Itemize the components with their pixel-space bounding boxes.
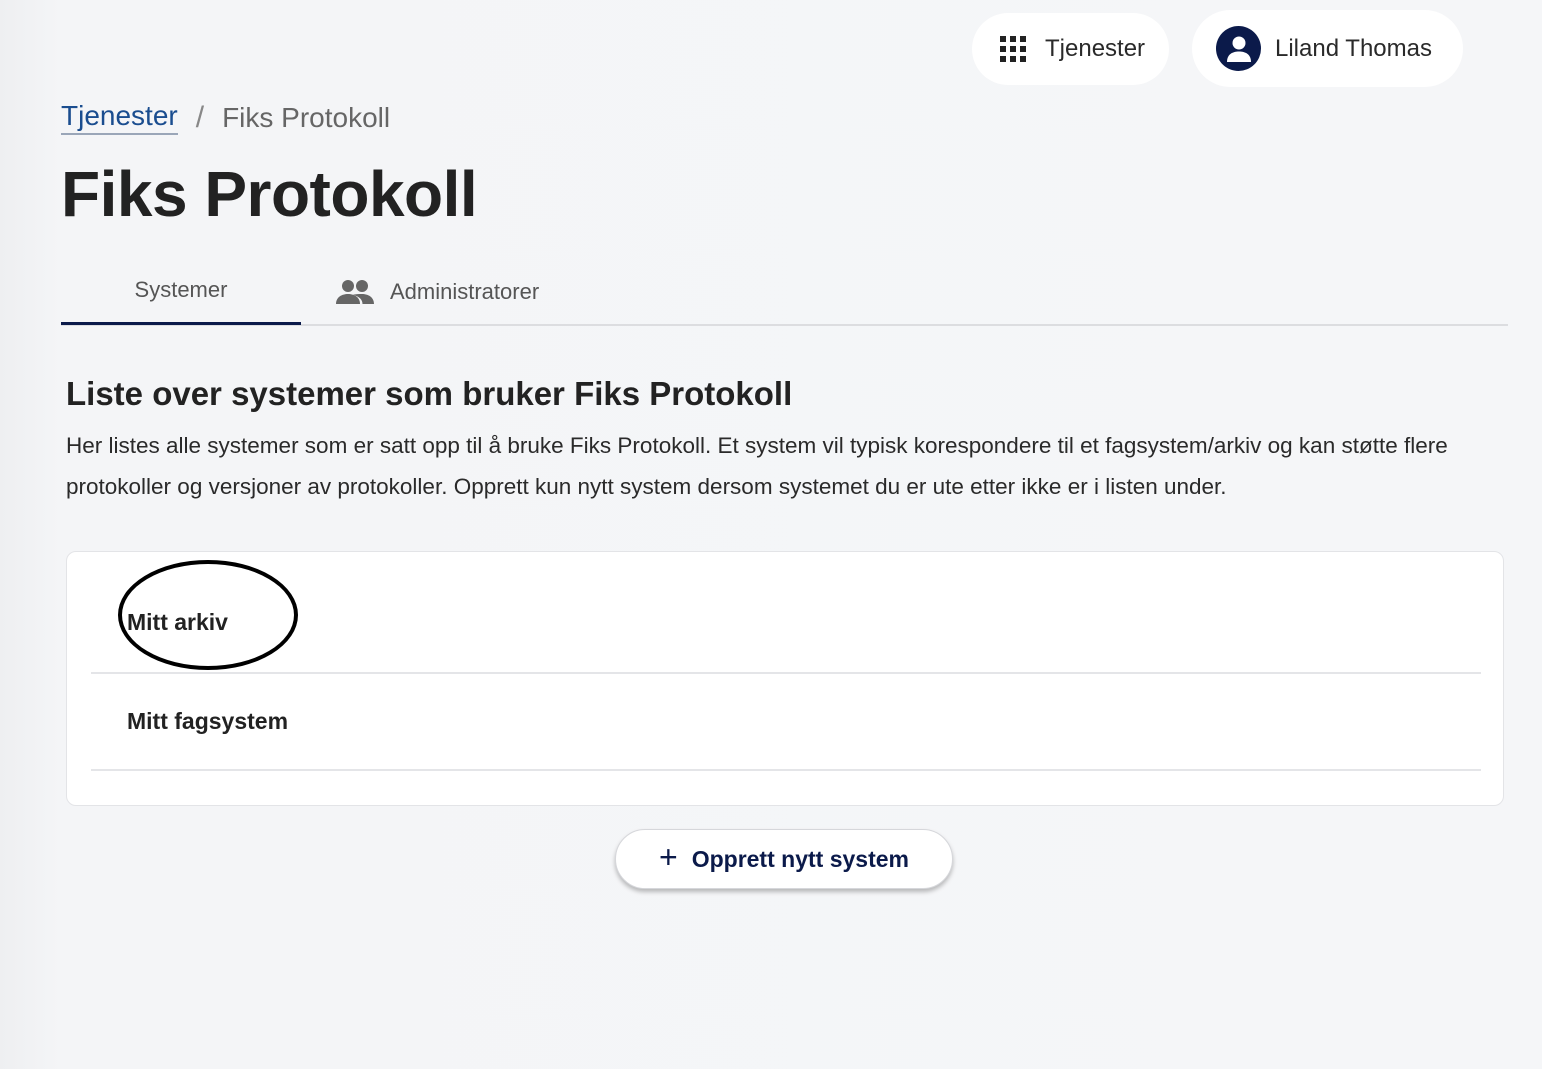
tab-administratorer[interactable]: Administratorer: [336, 258, 539, 326]
create-system-button[interactable]: + Opprett nytt system: [615, 829, 953, 889]
list-item-mitt-arkiv[interactable]: Mitt arkiv: [91, 552, 1481, 674]
list-item-label: Mitt arkiv: [127, 609, 228, 635]
person-icon: [1216, 26, 1261, 71]
people-icon: [336, 280, 374, 304]
plus-icon: +: [659, 839, 678, 875]
breadcrumb-current: Fiks Protokoll: [222, 101, 391, 133]
services-menu-button[interactable]: Tjenester: [972, 13, 1169, 85]
list-item-mitt-fagsystem[interactable]: Mitt fagsystem: [91, 674, 1481, 771]
create-system-label: Opprett nytt system: [691, 845, 909, 872]
services-menu-label: Tjenester: [1045, 35, 1146, 62]
user-name: Liland Thomas: [1275, 34, 1432, 62]
systems-list: Mitt arkiv Mitt fagsystem: [66, 551, 1504, 806]
tab-bar: Systemer Administratorer: [61, 258, 1508, 326]
section-description: Her listes alle systemer som er satt opp…: [66, 433, 1448, 499]
user-menu-button[interactable]: Liland Thomas: [1192, 10, 1463, 87]
breadcrumb-link-tjenester[interactable]: Tjenester: [61, 100, 178, 135]
page-title: Fiks Protokoll: [61, 158, 478, 230]
tab-systemer-label: Systemer: [134, 277, 228, 302]
breadcrumb: Tjenester / Fiks Protokoll: [61, 100, 390, 135]
breadcrumb-separator: /: [195, 100, 205, 134]
list-item-label: Mitt fagsystem: [127, 708, 289, 734]
apps-grid-icon: [1000, 36, 1026, 62]
tab-systemer[interactable]: Systemer: [61, 258, 301, 325]
tab-administratorer-label: Administratorer: [390, 279, 540, 304]
section-title: Liste over systemer som bruker Fiks Prot…: [66, 375, 793, 412]
